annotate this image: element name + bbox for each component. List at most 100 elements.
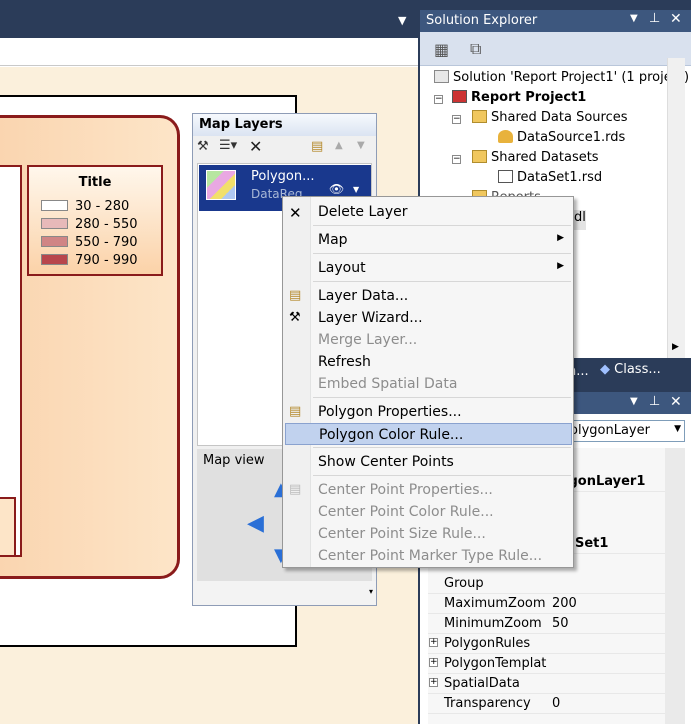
- legend-swatch: [41, 218, 68, 229]
- menu-item-polygon-color-rule[interactable]: Polygon Color Rule...: [285, 423, 572, 445]
- design-ruler: [0, 38, 418, 66]
- move-down-icon[interactable]: ▼: [357, 140, 365, 151]
- legend-title: Title: [78, 175, 112, 190]
- vertical-scrollbar[interactable]: ▶: [667, 58, 685, 358]
- submenu-arrow-icon: ▶: [557, 261, 564, 271]
- property-row[interactable]: Group: [428, 574, 668, 594]
- new-layer-wizard-icon[interactable]: ⚒: [197, 139, 209, 154]
- menu-item-map[interactable]: Map ▶: [285, 229, 572, 251]
- expand-icon[interactable]: +: [429, 678, 438, 687]
- map-scale[interactable]: [0, 497, 16, 557]
- dataset-table-icon: [498, 170, 513, 183]
- map-layers-title: Map Layers: [193, 114, 376, 136]
- collapse-icon[interactable]: −: [452, 155, 461, 164]
- legend-swatch: [41, 254, 68, 265]
- layer-menu-chevron-icon[interactable]: ▼: [353, 185, 359, 194]
- legend-entry: 550 - 790: [41, 235, 138, 253]
- property-row[interactable]: + PolygonTemplat: [428, 654, 668, 674]
- visibility-eye-icon[interactable]: 👁: [329, 182, 344, 196]
- tree-item-datasource[interactable]: DataSource1.rds: [498, 130, 625, 150]
- layer-context-menu: ✕ Delete Layer Map ▶ Layout ▶ ▤ Layer Da…: [282, 196, 574, 568]
- horizontal-scrollbar[interactable]: ▾: [193, 581, 376, 605]
- scroll-down-icon[interactable]: ▾: [369, 587, 373, 596]
- tree-item-report[interactable]: dl: [574, 210, 586, 230]
- show-all-files-icon[interactable]: ⧉: [470, 39, 481, 59]
- property-row[interactable]: MinimumZoom 50: [428, 614, 668, 634]
- menu-item-refresh[interactable]: Refresh: [285, 351, 572, 373]
- class-view-icon: ◆: [600, 362, 610, 377]
- chevron-down-icon[interactable]: ▼: [674, 424, 681, 434]
- close-icon[interactable]: ✕: [670, 11, 682, 27]
- move-up-icon[interactable]: ▲: [335, 140, 343, 151]
- collapse-icon[interactable]: −: [452, 115, 461, 124]
- close-icon[interactable]: ✕: [670, 394, 682, 410]
- property-row[interactable]: MaximumZoom 200: [428, 594, 668, 614]
- document-tab-strip: [0, 0, 420, 38]
- polygon-layer-thumbnail-icon: [206, 170, 236, 200]
- auto-hide-pin-icon[interactable]: ⊥: [649, 394, 660, 409]
- menu-item-layout[interactable]: Layout ▶: [285, 257, 572, 279]
- document-list-dropdown-icon[interactable]: ▼: [398, 14, 406, 27]
- property-row[interactable]: + PolygonRules: [428, 634, 668, 654]
- solution-explorer-toolbar: ▦ ⧉: [420, 32, 691, 66]
- window-position-icon[interactable]: ▼: [630, 396, 638, 407]
- menu-item-embed-spatial-data[interactable]: Embed Spatial Data: [285, 373, 572, 395]
- submenu-arrow-icon: ▶: [557, 233, 564, 243]
- folder-open-icon: [472, 110, 487, 123]
- properties-icon: ▤: [289, 482, 302, 497]
- legend-entry: 30 - 280: [41, 199, 129, 217]
- menu-item-merge-layer[interactable]: Merge Layer...: [285, 329, 572, 351]
- map-view-label: Map view: [203, 453, 265, 468]
- menu-item-center-point-size-rule[interactable]: Center Point Size Rule...: [285, 523, 572, 545]
- menu-item-layer-wizard[interactable]: ⚒ Layer Wizard...: [285, 307, 572, 329]
- menu-item-delete-layer[interactable]: ✕ Delete Layer: [285, 201, 572, 223]
- datasource-icon: [498, 130, 513, 143]
- solution-icon: [434, 70, 449, 83]
- close-icon: ✕: [289, 204, 302, 222]
- properties-toolbar-icon[interactable]: ▦: [434, 40, 449, 59]
- tree-item-shared-data-sources[interactable]: Shared Data Sources: [472, 110, 628, 130]
- tree-item-shared-datasets[interactable]: Shared Datasets: [472, 150, 599, 170]
- collapse-icon[interactable]: −: [434, 95, 443, 104]
- menu-item-polygon-properties[interactable]: ▤ Polygon Properties...: [285, 401, 572, 423]
- menu-item-show-center-points[interactable]: Show Center Points: [285, 451, 572, 473]
- property-row[interactable]: Transparency 0: [428, 694, 668, 714]
- wizard-icon: ⚒: [289, 310, 301, 325]
- menu-item-center-point-properties[interactable]: ▤ Center Point Properties...: [285, 479, 572, 501]
- layer-name: Polygon...: [251, 169, 315, 184]
- auto-hide-pin-icon[interactable]: ⊥: [649, 11, 660, 26]
- legend-swatch: [41, 236, 68, 247]
- expand-icon[interactable]: +: [429, 658, 438, 667]
- tab-class-view[interactable]: ◆ Class...: [600, 362, 661, 377]
- expand-icon[interactable]: +: [429, 638, 438, 647]
- folder-open-icon: [472, 150, 487, 163]
- menu-item-center-point-marker-type-rule[interactable]: Center Point Marker Type Rule...: [285, 545, 572, 567]
- menu-separator: [313, 397, 571, 398]
- property-row[interactable]: + SpatialData: [428, 674, 668, 694]
- properties-icon: ▤: [289, 404, 302, 419]
- menu-separator: [313, 475, 571, 476]
- menu-separator: [313, 225, 571, 226]
- solution-explorer-title: Solution Explorer ▼ ⊥ ✕: [420, 10, 691, 32]
- menu-separator: [313, 447, 571, 448]
- map-legend[interactable]: Title 30 - 280 280 - 550 550 - 790 790 -…: [27, 165, 163, 276]
- object-selector[interactable]: olygonLayer ▼: [567, 420, 685, 442]
- pan-left-arrow-icon[interactable]: ◀: [247, 511, 264, 536]
- properties-icon: ▤: [289, 288, 302, 303]
- report-project-icon: [452, 90, 467, 103]
- menu-item-center-point-color-rule[interactable]: Center Point Color Rule...: [285, 501, 572, 523]
- legend-entry: 790 - 990: [41, 253, 138, 271]
- menu-item-layer-data[interactable]: ▤ Layer Data...: [285, 285, 572, 307]
- menu-separator: [313, 281, 571, 282]
- vertical-scrollbar[interactable]: [665, 448, 685, 724]
- tree-item-project[interactable]: Report Project1: [452, 90, 586, 110]
- scroll-right-icon[interactable]: ▶: [672, 342, 679, 352]
- window-position-icon[interactable]: ▼: [630, 13, 638, 24]
- add-layer-icon[interactable]: ☰▾: [219, 138, 237, 153]
- tree-item-dataset[interactable]: DataSet1.rsd: [498, 170, 602, 190]
- legend-swatch: [41, 200, 68, 211]
- panel-title-text: Solution Explorer: [426, 13, 538, 28]
- tree-item-solution[interactable]: Solution 'Report Project1' (1 project): [434, 70, 689, 90]
- delete-layer-icon[interactable]: ✕: [249, 137, 262, 156]
- layer-properties-icon[interactable]: ▤: [311, 139, 323, 154]
